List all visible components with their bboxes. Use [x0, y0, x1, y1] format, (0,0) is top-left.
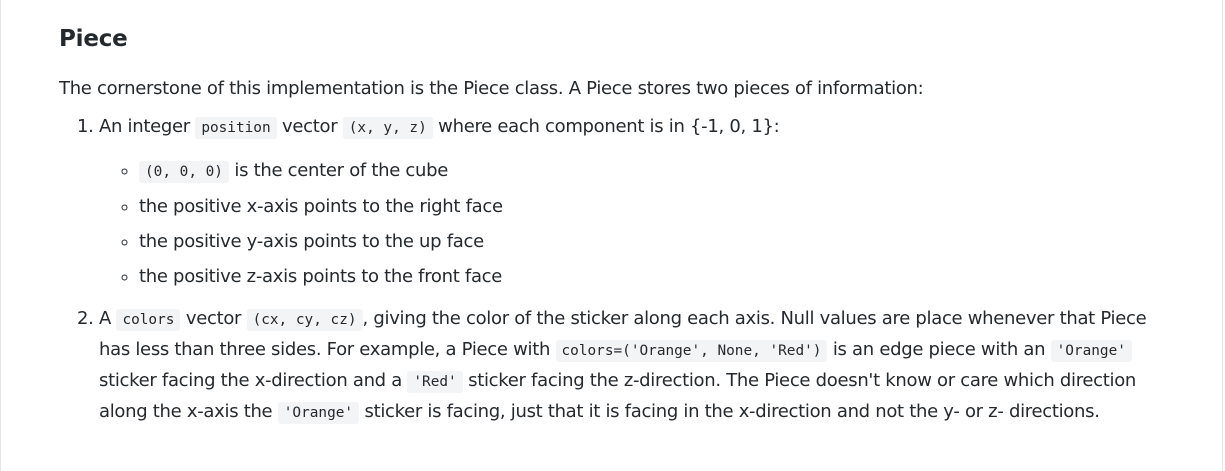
item-text: A	[99, 308, 112, 329]
item-text: sticker facing the x-direction and a	[99, 370, 402, 391]
inline-code: 'Red'	[407, 371, 463, 393]
list-item-colors: A colors vector (cx, cy, cz), giving the…	[99, 304, 1179, 428]
sublist-item: the positive y-axis points to the up fac…	[139, 227, 1179, 257]
inline-code: colors=('Orange', None, 'Red')	[555, 340, 828, 362]
inline-code: 'Orange'	[277, 402, 360, 424]
axis-sublist: (0, 0, 0) is the center of the cube the …	[99, 156, 1179, 292]
item-text: is an edge piece with an	[832, 339, 1046, 360]
item-text: An integer	[99, 116, 190, 137]
sublist-item: (0, 0, 0) is the center of the cube	[139, 156, 1179, 187]
item-text: vector	[185, 308, 242, 329]
info-list: An integer position vector (x, y, z) whe…	[59, 112, 1179, 428]
inline-code: position	[195, 117, 277, 139]
sublist-item: the positive x-axis points to the right …	[139, 192, 1179, 222]
inline-code: (x, y, z)	[342, 117, 433, 139]
sublist-item-text: the positive y-axis points to the up fac…	[139, 231, 484, 252]
document-frame: Piece The cornerstone of this implementa…	[0, 0, 1223, 471]
markdown-body: Piece The cornerstone of this implementa…	[59, 14, 1179, 428]
list-item-position: An integer position vector (x, y, z) whe…	[99, 112, 1179, 292]
sublist-item: the positive z-axis points to the front …	[139, 262, 1179, 292]
section-heading: Piece	[59, 26, 128, 52]
inline-code: (0, 0, 0)	[139, 161, 229, 183]
inline-code: 'Orange'	[1050, 340, 1132, 362]
item-text: where each component is in {-1, 0, 1}:	[438, 116, 780, 137]
inline-code: colors	[116, 309, 181, 331]
sublist-item-text: the positive z-axis points to the front …	[139, 266, 503, 287]
item-text: sticker is facing, just that it is facin…	[364, 401, 1100, 422]
inline-code: (cx, cy, cz)	[246, 309, 363, 331]
sublist-item-text: the positive x-axis points to the right …	[139, 196, 503, 217]
sublist-item-text: is the center of the cube	[234, 160, 449, 181]
item-text: vector	[282, 116, 338, 137]
intro-paragraph: The cornerstone of this implementation i…	[59, 78, 924, 99]
